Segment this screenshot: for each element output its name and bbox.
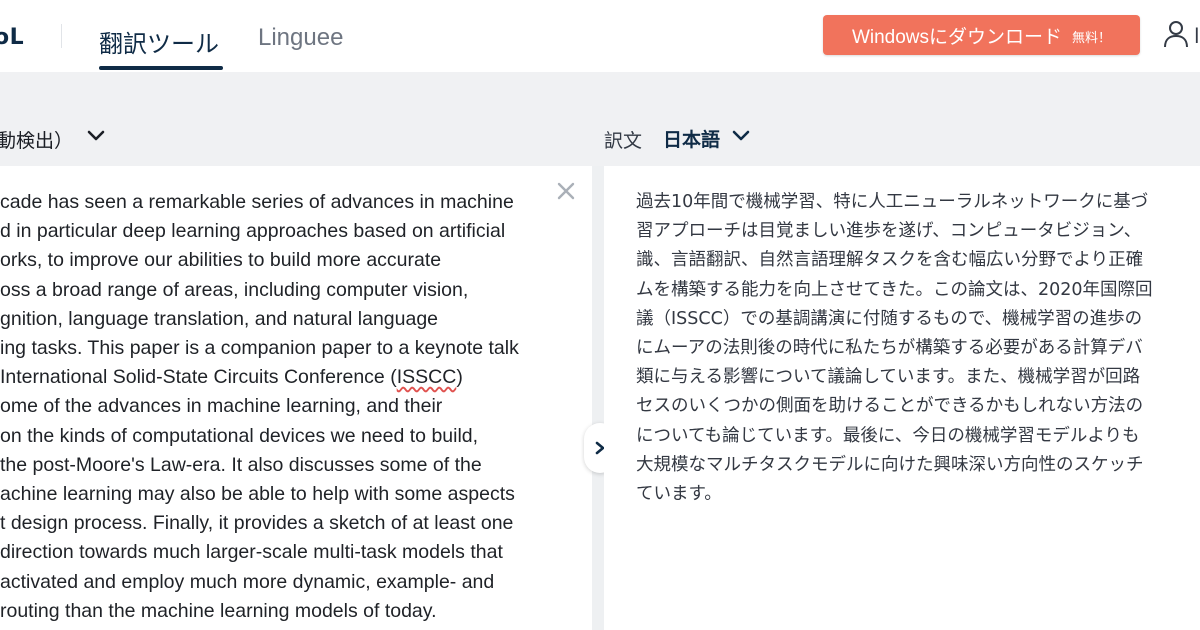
language-bar <box>0 72 1200 166</box>
source-line: direction towards much larger-scale mult… <box>0 541 503 564</box>
source-text-panel[interactable]: cade has seen a remarkable series of adv… <box>0 166 592 630</box>
close-icon <box>557 182 575 200</box>
chevron-down-icon[interactable] <box>86 127 106 145</box>
source-line: achine learning may also be able to help… <box>0 483 515 506</box>
source-line: orks, to improve our abilities to build … <box>0 249 442 272</box>
source-textarea[interactable]: cade has seen a remarkable series of adv… <box>0 188 592 626</box>
translation-output: 過去10年間で機械学習、特に人工ニューラルネットワークに基づ 習アプローチは目覚… <box>636 188 1200 509</box>
translation-line: 大規模なマルチタスクモデルに向けた興味深い方向性のスケッチ <box>636 454 1144 475</box>
translation-line: についても論じています。最後に、今日の機械学習モデルよりも <box>636 425 1140 446</box>
translation-line: ています。 <box>636 484 722 505</box>
translation-line: 過去10年間で機械学習、特に人工ニューラルネットワークに基づ <box>636 192 1149 212</box>
source-line: ome of the advances in machine learning,… <box>0 395 443 418</box>
translation-line: 識、言語翻訳、自然言語理解タスクを含む幅広い分野でより正確 <box>636 250 1144 271</box>
user-name-truncated[interactable]: l <box>1194 24 1200 48</box>
download-windows-button[interactable]: Windowsにダウンロード 無料！ <box>823 15 1140 55</box>
source-line: routing than the machine learning models… <box>0 599 437 622</box>
clear-text-button[interactable] <box>553 178 579 204</box>
free-badge: 無料！ <box>1072 30 1112 45</box>
source-line: the post-Moore's Law-era. It also discus… <box>0 453 482 476</box>
source-line: gnition, language translation, and natur… <box>0 307 439 330</box>
translation-line: 習アプローチは目覚ましい進歩を遂げ、コンピュータビジョン、 <box>636 221 1142 242</box>
source-line: on the kinds of computational devices we… <box>0 424 479 447</box>
translation-line: にムーアの法則後の時代に私たちが構築する必要がある計算デバ <box>636 338 1143 359</box>
source-line: d in particular deep learning approaches… <box>0 220 506 243</box>
top-nav: oL 翻訳ツール Linguee Windowsにダウンロード 無料！ l <box>0 0 1200 73</box>
translation-line: 類に与える影響について議論しています。また、機械学習が回路 <box>636 367 1141 388</box>
translation-line: セスのいくつかの側面を助けることができるかもしれない方法の <box>636 396 1144 417</box>
tab-linguee[interactable]: Linguee <box>258 24 343 52</box>
target-language-select[interactable]: 日本語 <box>663 125 720 152</box>
source-line: cade has seen a remarkable series of adv… <box>0 191 514 213</box>
source-line: activated and employ much more dynamic, … <box>0 570 495 593</box>
translation-line: ムを構築する能力を向上させてきた。この論文は、2020年国際回 <box>636 279 1153 300</box>
translation-line: 議（ISSCC）での基調講演に付随するもので、機械学習の進歩の <box>636 308 1143 329</box>
nav-divider <box>61 24 62 48</box>
user-icon[interactable] <box>1163 20 1189 48</box>
source-line-part: International Solid-State Circuits Confe… <box>0 366 397 389</box>
source-line: International Solid-State Circuits Confe… <box>0 363 592 392</box>
tab-translator[interactable]: 翻訳ツール <box>99 24 219 59</box>
logo[interactable]: oL <box>0 25 24 50</box>
source-line-part: ) <box>456 366 463 389</box>
source-language-select[interactable]: 動検出） <box>0 126 73 153</box>
download-button-label: Windowsにダウンロード <box>851 26 1063 48</box>
translation-panel: 過去10年間で機械学習、特に人工ニューラルネットワークに基づ 習アプローチは目覚… <box>604 166 1200 630</box>
source-line: ing tasks. This paper is a companion pap… <box>0 337 519 360</box>
source-line: oss a broad range of areas, including co… <box>0 278 469 301</box>
source-line: t design process. Finally, it provides a… <box>0 512 514 535</box>
chevron-down-icon[interactable] <box>731 127 751 145</box>
target-language-prefix: 訳文 <box>604 130 643 152</box>
panel-divider <box>592 166 604 630</box>
spellcheck-flagged-word[interactable]: ISSCC <box>397 366 457 388</box>
active-tab-indicator <box>99 66 223 70</box>
